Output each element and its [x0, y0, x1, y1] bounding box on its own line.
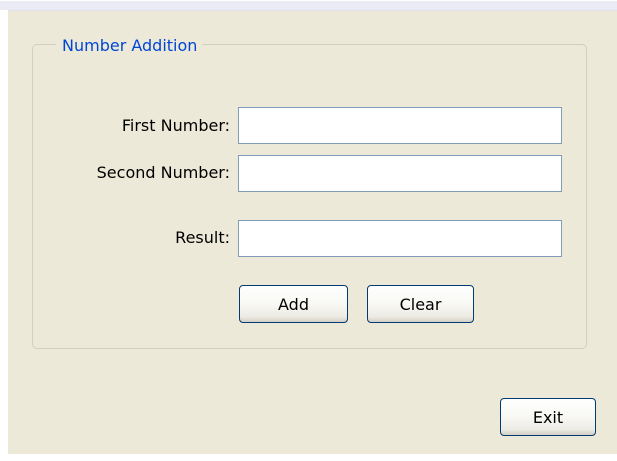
- add-button[interactable]: Add: [239, 285, 348, 323]
- exit-button[interactable]: Exit: [500, 398, 596, 436]
- second-number-input[interactable]: [238, 155, 562, 192]
- clear-button[interactable]: Clear: [367, 285, 474, 323]
- second-number-label: Second Number:: [96, 163, 230, 182]
- group-title: Number Addition: [56, 37, 203, 55]
- first-number-label: First Number:: [121, 116, 230, 135]
- result-label: Result:: [175, 228, 230, 247]
- result-input[interactable]: [238, 220, 562, 257]
- first-number-input[interactable]: [238, 107, 562, 144]
